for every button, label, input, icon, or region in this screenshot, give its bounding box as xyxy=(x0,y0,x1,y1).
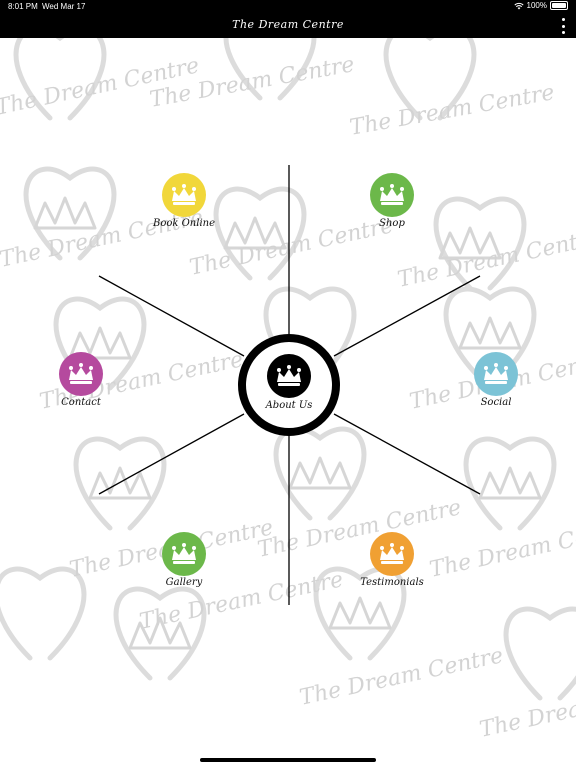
about-us-label: About Us xyxy=(265,400,313,411)
contact-label: Contact xyxy=(61,397,101,408)
about-us-circle xyxy=(267,354,311,398)
testimonials-label: Testimonials xyxy=(360,577,424,588)
contact-circle xyxy=(59,352,103,396)
book-online-circle xyxy=(162,173,206,217)
testimonials-circle xyxy=(370,532,414,576)
crown-icon xyxy=(380,184,404,205)
menu-item-testimonials[interactable]: Testimonials xyxy=(332,532,452,588)
crown-icon xyxy=(277,365,301,386)
crown-icon xyxy=(380,543,404,564)
crown-icon xyxy=(172,184,196,205)
menu-item-contact[interactable]: Contact xyxy=(21,352,141,408)
book-online-label: Book Online xyxy=(152,218,216,229)
crown-icon xyxy=(172,543,196,564)
menu-item-gallery[interactable]: Gallery xyxy=(124,532,244,588)
menu-item-book-online[interactable]: Book Online xyxy=(124,173,244,229)
gallery-circle xyxy=(162,532,206,576)
crown-icon xyxy=(69,363,93,384)
home-indicator[interactable] xyxy=(200,758,376,762)
social-circle xyxy=(474,352,518,396)
menu-item-social[interactable]: Social xyxy=(436,352,556,408)
crown-icon xyxy=(484,363,508,384)
menu-item-shop[interactable]: Shop xyxy=(332,173,452,229)
shop-circle xyxy=(370,173,414,217)
menu-item-about-us[interactable]: About Us xyxy=(229,354,349,411)
gallery-label: Gallery xyxy=(165,577,203,588)
social-label: Social xyxy=(480,397,512,408)
shop-label: Shop xyxy=(379,218,405,229)
